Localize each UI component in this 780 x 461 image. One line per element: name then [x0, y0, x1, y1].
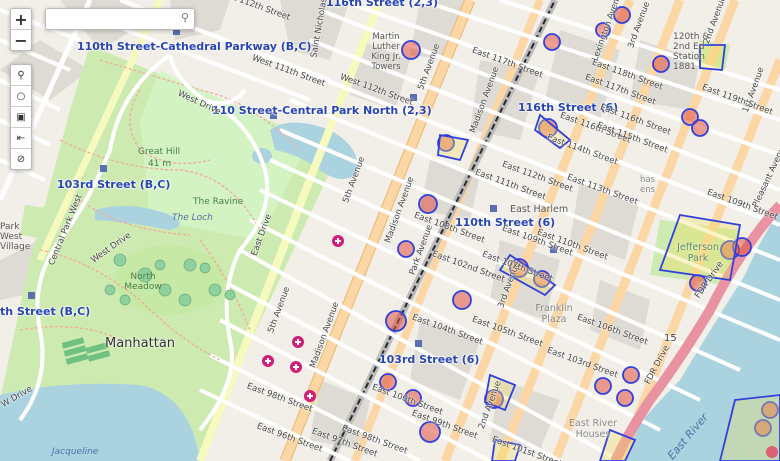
- label-north-meadow: North Meadow: [124, 272, 162, 292]
- label-park-west-village: Park West Village: [0, 222, 31, 252]
- map-viewport[interactable]: 116th Street (2,3) 110th Street-Cathedra…: [0, 0, 780, 461]
- label-great-hill-elev: 41 m: [148, 159, 172, 169]
- station-label-116th-23[interactable]: 116th Street (2,3): [326, 0, 438, 9]
- label-manhattan: Manhattan: [105, 336, 176, 351]
- clear-tool-icon[interactable]: ⊘: [11, 149, 31, 169]
- label-east-river-houses: East River Houses: [568, 418, 618, 440]
- label-franklin-plaza: Franklin Plaza: [535, 303, 573, 325]
- station-label-110th-cathedral[interactable]: 110th Street-Cathedral Parkway (B,C): [77, 40, 311, 53]
- zoom-in-button[interactable]: +: [11, 9, 31, 30]
- zoom-controls: + −: [10, 8, 32, 51]
- station-label-103rd-bc[interactable]: 103rd Street (B,C): [57, 178, 170, 191]
- label-the-loch: The Loch: [172, 213, 213, 223]
- search-icon[interactable]: ⚲: [181, 11, 189, 24]
- layers-tool-icon[interactable]: ▣: [11, 107, 31, 128]
- circle-tool-icon[interactable]: ○: [11, 86, 31, 107]
- search-tool-icon[interactable]: ⚲: [11, 65, 31, 86]
- label-route-15: 15: [664, 333, 677, 344]
- label-mlk-towers: Martin Luther King Jr. Towers: [371, 32, 401, 72]
- zoom-out-button[interactable]: −: [11, 30, 31, 50]
- label-great-hill: Great Hill: [138, 147, 181, 157]
- station-label-103rd-6[interactable]: 103rd Street (6): [379, 353, 479, 366]
- map-search-box[interactable]: ⚲: [45, 8, 195, 30]
- station-label-th-bc[interactable]: th Street (B,C): [0, 305, 90, 318]
- label-east-harlem: East Harlem: [510, 204, 569, 215]
- label-jefferson-park: Jefferson Park: [677, 242, 719, 264]
- label-the-ravine: The Ravine: [193, 197, 244, 207]
- map-search-input[interactable]: [46, 11, 174, 30]
- label-jacqueline: Jacqueline: [52, 447, 99, 457]
- station-label-110-cpn[interactable]: 110 Street-Central Park North (2,3): [212, 104, 432, 117]
- tool-controls: ⚲ ○ ▣ ⇤ ⊘: [10, 64, 32, 170]
- label-has-ens: has ens: [640, 175, 656, 195]
- back-tool-icon[interactable]: ⇤: [11, 128, 31, 149]
